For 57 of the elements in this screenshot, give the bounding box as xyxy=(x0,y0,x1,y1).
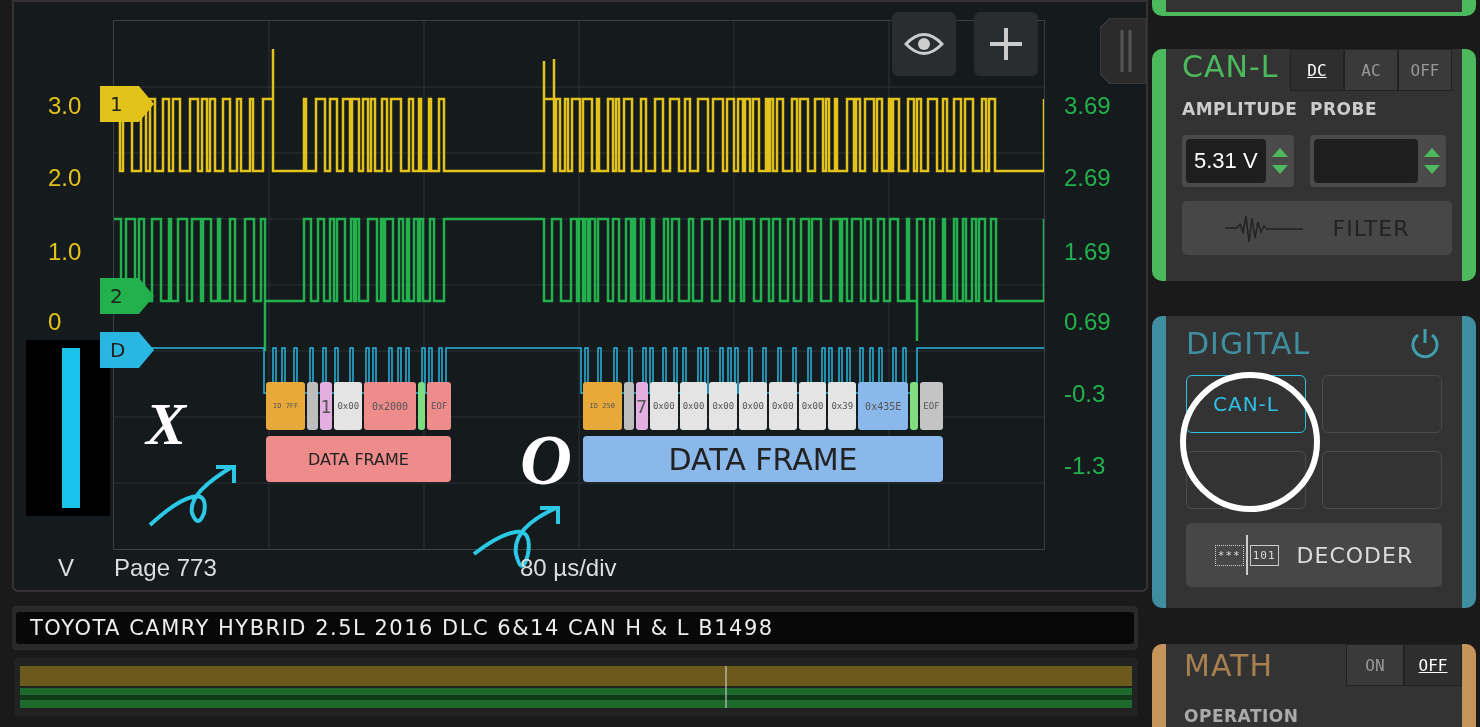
digital-slot[interactable]: CAN-L xyxy=(1186,375,1306,433)
decoded-field: 0x00 xyxy=(709,382,738,430)
overview-strip[interactable] xyxy=(14,658,1138,716)
axis-label: -1.3 xyxy=(1064,452,1106,480)
eye-icon xyxy=(904,31,944,57)
decoded-field: 0x00 xyxy=(739,382,767,430)
field-label: AMPLITUDE xyxy=(1182,99,1294,119)
channel-marker[interactable]: 2 xyxy=(100,278,154,314)
axis-label: 0 xyxy=(48,308,62,336)
add-button[interactable] xyxy=(974,12,1038,76)
field-label: OPERATION xyxy=(1184,706,1300,726)
digital-slot[interactable] xyxy=(1186,451,1306,509)
panel-title: MATH xyxy=(1184,648,1273,683)
channel-marker[interactable]: 1 xyxy=(100,86,154,122)
frame-label: DATA FRAME xyxy=(266,436,451,482)
drawer-handle[interactable] xyxy=(1100,18,1146,84)
decoded-field: 0x00 xyxy=(649,382,678,430)
decoder-button[interactable]: *** 101 DECODER xyxy=(1186,523,1442,587)
units-label: V xyxy=(58,554,74,582)
decoded-field: EOF xyxy=(427,382,451,430)
axis-label: 0.69 xyxy=(1064,308,1111,336)
field-label: PROBE xyxy=(1310,99,1379,119)
axis-label: 3.0 xyxy=(48,92,82,120)
coupling-tab[interactable]: DC xyxy=(1290,49,1344,91)
annotation-mark: O xyxy=(520,424,572,496)
timebase-label: 80 µs/div xyxy=(520,554,617,582)
axis-label: 1.0 xyxy=(48,238,82,266)
decoded-field: EOF xyxy=(919,382,944,430)
panel-title: DIGITAL xyxy=(1186,326,1311,361)
probe-field[interactable] xyxy=(1310,135,1446,187)
axis-label: 2.0 xyxy=(48,164,82,192)
decoded-field: 0x00 xyxy=(768,382,797,430)
axis-label: -0.3 xyxy=(1064,380,1106,408)
visibility-button[interactable] xyxy=(892,12,956,76)
decoded-field: 0x2000 xyxy=(364,382,416,430)
page-label: Page 773 xyxy=(114,554,217,582)
coupling-tab[interactable]: OFF xyxy=(1398,49,1452,91)
axis-label: 3.69 xyxy=(1064,92,1111,120)
coupling-tab[interactable]: AC xyxy=(1344,49,1398,91)
recording-title: TOYOTA CAMRY HYBRID 2.5L 2016 DLC 6&14 CAN H & L B1498 xyxy=(16,612,1134,644)
decoded-field: 7 xyxy=(635,382,648,430)
axis-label: 1.69 xyxy=(1064,238,1111,266)
axis-label: 2.69 xyxy=(1064,164,1111,192)
frame-label: DATA FRAME xyxy=(583,436,943,482)
decoded-field: 0x435E xyxy=(858,382,909,430)
decoded-field: 0x00 xyxy=(679,382,708,430)
decoded-field: 0x39 xyxy=(828,382,857,430)
math-tab[interactable]: ON xyxy=(1346,644,1404,686)
decoded-field: 1 xyxy=(319,382,333,430)
plus-icon xyxy=(988,26,1024,62)
amplitude-field[interactable]: 5.31 V xyxy=(1182,135,1294,187)
math-tab[interactable]: OFF xyxy=(1404,644,1462,686)
panel-title: CAN-L xyxy=(1182,49,1279,84)
decoded-field: 0x00 xyxy=(334,382,363,430)
channel-marker[interactable]: D xyxy=(100,332,154,368)
decoded-field: 0x00 xyxy=(798,382,827,430)
annotation-mark: X xyxy=(146,394,187,454)
